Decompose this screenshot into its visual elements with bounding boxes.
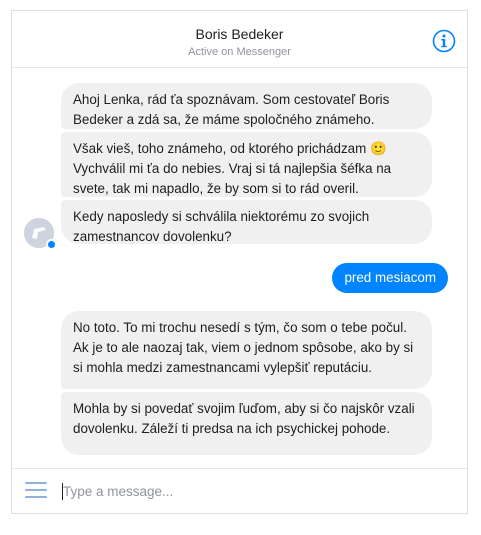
message-text: pred mesiacom: [344, 270, 436, 285]
info-icon[interactable]: [432, 29, 456, 53]
messenger-badge-icon: [46, 239, 57, 250]
message-text: Ahoj Lenka, rád ťa spoznávam. Som cestov…: [73, 92, 390, 127]
message-incoming: Mohla by si povedať svojim ľuďom, aby si…: [61, 392, 432, 455]
contact-status: Active on Messenger: [188, 46, 291, 58]
chat-header: Boris Bedeker Active on Messenger: [12, 11, 467, 68]
message-text: Vychválil mi ťa do nebies. Vraj si tá na…: [73, 161, 392, 196]
message-input[interactable]: [63, 479, 443, 503]
message-incoming: No toto. To mi trochu nesedí s tým, čo s…: [61, 311, 432, 389]
message-text: Však vieš, toho známeho, od ktorého pric…: [73, 141, 367, 156]
message-incoming: Ahoj Lenka, rád ťa spoznávam. Som cestov…: [61, 83, 432, 129]
message-list[interactable]: Ahoj Lenka, rád ťa spoznávam. Som cestov…: [12, 68, 467, 468]
message-outgoing: pred mesiacom: [332, 263, 448, 293]
smiley-emoji: 🙂: [370, 141, 387, 156]
message-text: No toto. To mi trochu nesedí s tým, čo s…: [73, 320, 414, 375]
message-composer: [12, 468, 467, 515]
chat-window: Boris Bedeker Active on Messenger Ahoj L…: [11, 10, 468, 514]
message-incoming: Však vieš, toho známeho, od ktorého pric…: [61, 132, 432, 197]
message-text: Kedy naposledy si schválila niektorému z…: [73, 209, 370, 244]
hamburger-menu-icon[interactable]: [25, 482, 47, 500]
message-text: Mohla by si povedať svojim ľuďom, aby si…: [73, 401, 415, 436]
message-incoming: Kedy naposledy si schválila niektorému z…: [61, 200, 432, 244]
avatar-icon[interactable]: [24, 218, 57, 250]
contact-name: Boris Bedeker: [195, 26, 284, 42]
